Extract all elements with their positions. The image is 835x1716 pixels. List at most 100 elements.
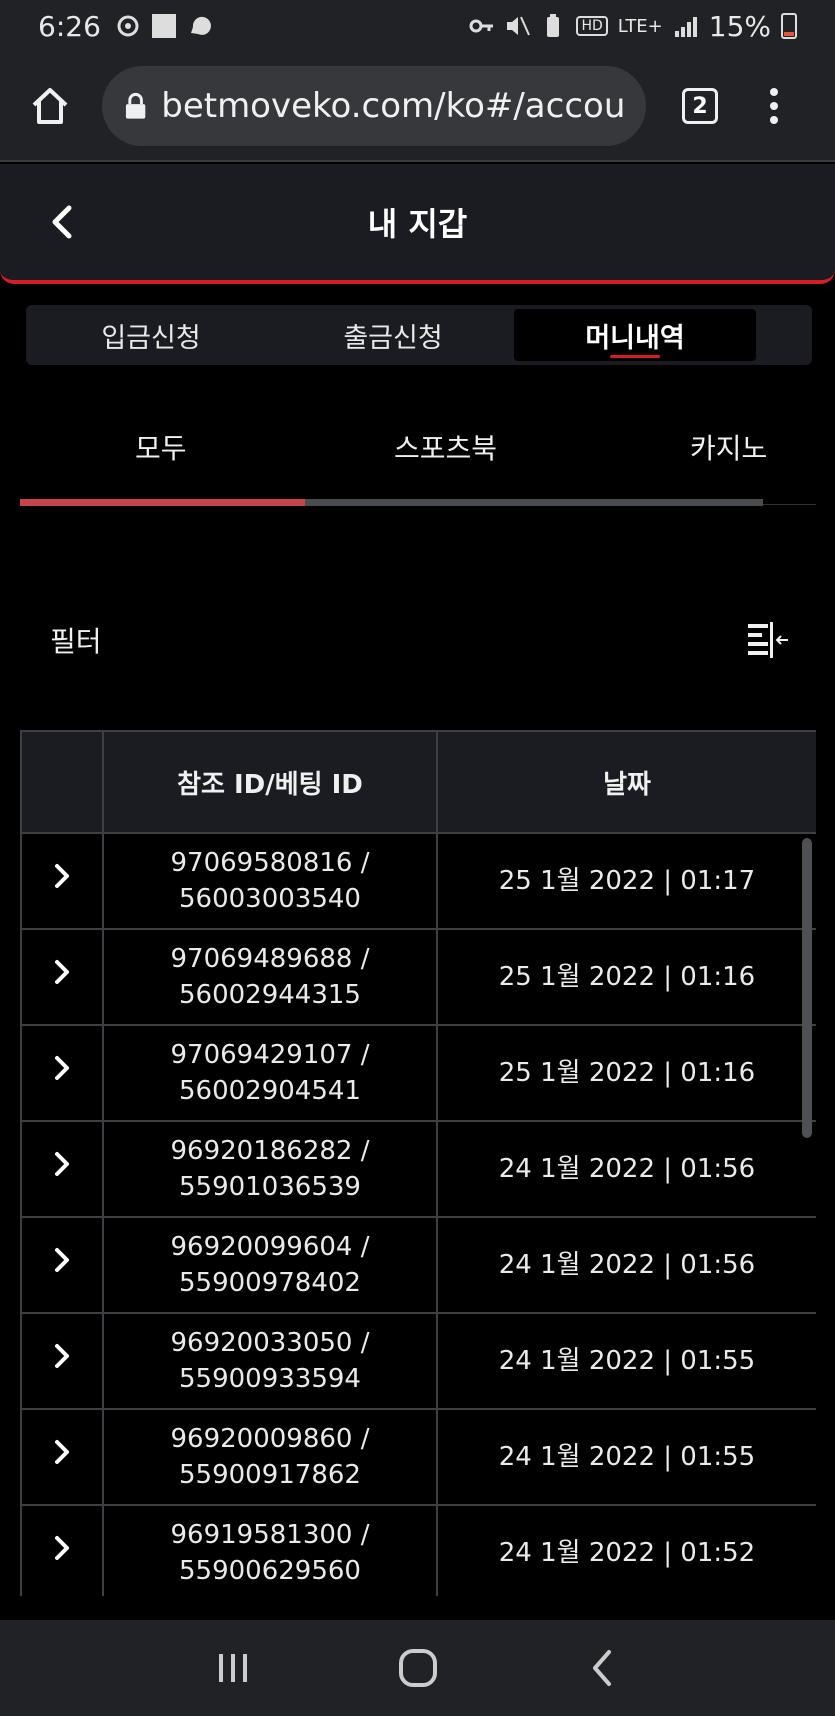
table-row[interactable]: 96920099604 / 55900978402 24 1월 2022 | 01… [20, 1216, 816, 1314]
ref-id: 96920033050 / [170, 1328, 370, 1358]
table-row[interactable]: 96920033050 / 55900933594 24 1월 2022 | 01… [20, 1312, 816, 1410]
table-row[interactable]: 96920009860 / 55900917862 24 1월 2022 | 01… [20, 1408, 816, 1506]
expand-cell[interactable] [20, 928, 104, 1026]
id-cell: 96920033050 / 55900933594 [102, 1312, 438, 1410]
expand-cell[interactable] [20, 1120, 104, 1218]
category-tab-indicator [20, 499, 305, 506]
page-header: 내 지갑 [0, 164, 835, 284]
home-circle-icon [398, 1649, 437, 1687]
expand-cell[interactable] [20, 1408, 104, 1506]
tab-deposit[interactable]: 입금신청 [30, 309, 272, 361]
table-row[interactable]: 97069489688 / 56002944315 25 1월 2022 | 01… [20, 928, 816, 1026]
date-cell: 24 1월 2022 | 01:56 [436, 1216, 816, 1314]
table-row[interactable]: 96919581300 / 55900629560 24 1월 2022 | 01… [20, 1504, 816, 1596]
table-scrollbar[interactable] [802, 838, 812, 1138]
expand-cell[interactable] [20, 1216, 104, 1314]
bet-id: 55901036539 [179, 1172, 361, 1202]
lock-icon [125, 92, 146, 119]
ref-id: 97069489688 / [170, 944, 370, 974]
menu-dot [770, 116, 778, 124]
battery-saver-icon [547, 14, 560, 37]
filter-row: 필터 [50, 620, 790, 660]
ref-id: 97069429107 / [170, 1040, 370, 1070]
page-title: 내 지갑 [367, 205, 468, 243]
home-button[interactable] [22, 78, 78, 134]
ref-id: 96920099604 / [170, 1232, 370, 1262]
bet-id: 55900978402 [179, 1268, 361, 1298]
bet-id: 56002944315 [179, 980, 361, 1010]
back-button[interactable] [40, 200, 84, 244]
status-bar: 6:26 HD LTE+ 15% [0, 0, 835, 52]
ref-id: 96920186282 / [170, 1136, 370, 1166]
chevron-right-icon [55, 1248, 69, 1272]
bet-id: 55900933594 [179, 1364, 361, 1394]
expand-cell[interactable] [20, 1024, 104, 1122]
date-cell: 24 1월 2022 | 01:56 [436, 1120, 816, 1218]
ref-id: 96920009860 / [170, 1424, 370, 1454]
ref-id: 96919581300 / [170, 1520, 370, 1550]
chevron-left-icon [52, 205, 72, 239]
key-icon [469, 19, 494, 33]
battery-percent: 15% [708, 9, 771, 43]
column-header-ids: 참조 ID/베팅 ID [102, 730, 438, 834]
home-nav-button[interactable] [388, 1638, 448, 1698]
column-header-date: 날짜 [436, 730, 816, 834]
tab-money-history[interactable]: 머니내역 [514, 309, 756, 361]
filter-icon [748, 622, 788, 658]
chevron-right-icon [55, 960, 69, 984]
table-row[interactable]: 96920186282 / 55901036539 24 1월 2022 | 01… [20, 1120, 816, 1218]
category-tab-divider [763, 504, 816, 505]
back-icon [592, 1650, 611, 1686]
id-cell: 96920099604 / 55900978402 [102, 1216, 438, 1314]
table-row[interactable]: 97069429107 / 56002904541 25 1월 2022 | 01… [20, 1024, 816, 1122]
bet-id: 56003003540 [179, 884, 361, 914]
browser-menu-button[interactable] [770, 88, 778, 124]
bet-id: 56002904541 [179, 1076, 361, 1106]
chevron-right-icon [55, 1440, 69, 1464]
expand-cell[interactable] [20, 832, 104, 930]
id-cell: 97069429107 / 56002904541 [102, 1024, 438, 1122]
chevron-right-icon [55, 864, 69, 888]
browser-toolbar: betmoveko.com/ko#/accour 2 [0, 52, 835, 162]
table-row[interactable]: 97069580816 / 56003003540 25 1월 2022 | 01… [20, 832, 816, 930]
date-cell: 25 1월 2022 | 01:16 [436, 1024, 816, 1122]
id-cell: 97069489688 / 56002944315 [102, 928, 438, 1026]
date-cell: 24 1월 2022 | 01:55 [436, 1312, 816, 1410]
sync-icon [117, 15, 139, 37]
tab-all[interactable]: 모두 [135, 427, 187, 467]
date-cell: 25 1월 2022 | 01:16 [436, 928, 816, 1026]
date-cell: 25 1월 2022 | 01:17 [436, 832, 816, 930]
chat-bubble-icon [190, 16, 211, 35]
column-header-expand [20, 730, 104, 834]
expand-cell[interactable] [20, 1504, 104, 1596]
back-nav-button[interactable] [573, 1638, 633, 1698]
transaction-table: 참조 ID/베팅 ID 날짜 97069580816 / 56003003540 … [20, 730, 816, 1596]
tab-casino[interactable]: 카지노 [690, 427, 767, 467]
bet-id: 55900917862 [179, 1460, 361, 1490]
system-nav-bar [0, 1620, 835, 1716]
wallet-tabs: 입금신청 출금신청 머니내역 [26, 305, 812, 365]
filter-button[interactable] [746, 620, 790, 660]
url-text: betmoveko.com/ko#/accour [161, 86, 624, 126]
date-cell: 24 1월 2022 | 01:55 [436, 1408, 816, 1506]
id-cell: 96920009860 / 55900917862 [102, 1408, 438, 1506]
tab-sportsbook[interactable]: 스포츠북 [394, 427, 497, 467]
battery-icon [781, 13, 797, 39]
category-tabs: 모두 스포츠북 카지노 [20, 415, 816, 506]
chevron-right-icon [55, 1056, 69, 1080]
filter-label: 필터 [50, 625, 102, 658]
tab-withdraw[interactable]: 출금신청 [272, 309, 514, 361]
mute-icon [507, 16, 531, 36]
expand-cell[interactable] [20, 1312, 104, 1410]
home-icon [32, 88, 68, 124]
address-bar[interactable]: betmoveko.com/ko#/accour [102, 66, 646, 146]
recent-apps-icon [218, 1654, 247, 1682]
recent-apps-button[interactable] [203, 1638, 263, 1698]
signal-icon [674, 17, 697, 37]
hd-badge: HD [576, 16, 608, 36]
date-cell: 24 1월 2022 | 01:52 [436, 1504, 816, 1596]
chevron-right-icon [55, 1344, 69, 1368]
tab-switcher-button[interactable]: 2 [682, 88, 718, 124]
menu-dot [770, 102, 778, 110]
chevron-right-icon [55, 1536, 69, 1560]
